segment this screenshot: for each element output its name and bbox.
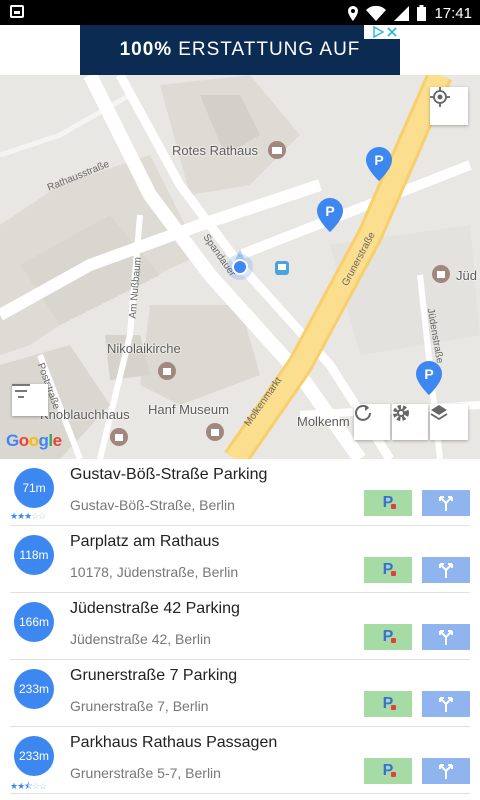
parking-info-button[interactable]: P xyxy=(364,557,412,583)
refresh-icon xyxy=(355,404,371,421)
ad-headline-bold: 100% xyxy=(119,39,173,60)
parking-app-icon: P xyxy=(382,628,396,645)
map-label-molkenmarkt: Molkenm xyxy=(297,414,350,429)
location-icon xyxy=(348,5,359,21)
gear-icon xyxy=(393,405,409,421)
status-bar: 17:41 xyxy=(0,0,480,25)
list-item[interactable]: 166m Jüdenstraße 42 Parking Jüdenstraße … xyxy=(10,593,470,660)
parking-app-icon: P xyxy=(382,494,396,511)
ad-banner[interactable]: 100% ERSTATTUNG AUF xyxy=(80,25,400,75)
map-label-nikolaikirche: Nikolaikirche xyxy=(107,341,181,356)
museum-icon xyxy=(110,428,128,446)
filter-list-icon xyxy=(12,384,30,398)
parking-name: Grunerstraße 7 Parking xyxy=(70,667,238,684)
parking-address: Grunerstraße 7, Berlin xyxy=(70,698,209,714)
parking-marker-icon[interactable]: P xyxy=(317,198,343,232)
signal-icon xyxy=(394,5,410,21)
parking-info-button[interactable]: P xyxy=(364,691,412,717)
wifi-icon xyxy=(366,5,387,21)
directions-icon xyxy=(439,563,453,578)
google-logo: Google xyxy=(6,431,62,450)
distance-badge: 118m xyxy=(14,535,54,575)
map-label-rotes-rathaus: Rotes Rathaus xyxy=(172,143,258,158)
list-item[interactable]: 71m ★★★☆☆ Gustav-Böß-Straße Parking Gust… xyxy=(10,459,470,526)
navigate-button[interactable] xyxy=(422,758,470,784)
battery-icon xyxy=(417,5,427,21)
church-icon xyxy=(158,362,176,380)
directions-icon xyxy=(439,697,453,712)
parking-app-icon: P xyxy=(382,561,396,578)
parking-name: Gustav-Böß-Straße Parking xyxy=(70,466,268,483)
parking-address: 10178, Jüdenstraße, Berlin xyxy=(70,564,239,580)
navigate-button[interactable] xyxy=(422,624,470,650)
parking-info-button[interactable]: P xyxy=(364,490,412,516)
parking-marker-icon[interactable]: P xyxy=(366,147,392,181)
distance-badge: 166m xyxy=(14,602,54,642)
directions-icon xyxy=(439,630,453,645)
transit-icon xyxy=(275,261,289,275)
map-view[interactable]: Rathausstraße Spandauer Grunerstraße Am … xyxy=(0,75,480,459)
settings-button[interactable] xyxy=(392,404,428,440)
parking-app-icon: P xyxy=(382,762,396,779)
refresh-button[interactable] xyxy=(354,404,390,440)
svg-text:P: P xyxy=(374,152,383,168)
parking-info-button[interactable]: P xyxy=(364,758,412,784)
layers-icon xyxy=(430,405,448,421)
distance-badge: 233m xyxy=(14,669,54,709)
distance-badge: 233m xyxy=(14,736,54,776)
layers-button[interactable] xyxy=(430,404,468,440)
gallery-icon xyxy=(10,5,24,18)
status-time: 17:41 xyxy=(434,4,472,22)
museum-icon xyxy=(206,423,224,441)
landmark-icon xyxy=(432,265,450,283)
parking-name: Jüdenstraße 42 Parking xyxy=(70,600,240,617)
parking-info-button[interactable]: P xyxy=(364,624,412,650)
svg-text:P: P xyxy=(325,203,334,219)
parking-address: Grunerstraße 5-7, Berlin xyxy=(70,765,221,781)
navigate-button[interactable] xyxy=(422,490,470,516)
directions-icon xyxy=(439,496,453,511)
landmark-icon xyxy=(268,141,286,159)
parking-name: Parplatz am Rathaus xyxy=(70,533,220,550)
parking-marker-icon[interactable]: P xyxy=(416,361,442,395)
map-label-hanf-museum: Hanf Museum xyxy=(148,402,229,417)
list-item[interactable]: 118m Parplatz am Rathaus 10178, Jüdenstr… xyxy=(10,526,470,593)
parking-list[interactable]: 71m ★★★☆☆ Gustav-Böß-Straße Parking Gust… xyxy=(0,459,480,800)
directions-icon xyxy=(439,764,453,779)
ad-headline: ERSTATTUNG AUF xyxy=(178,39,361,60)
rating-stars: ★★⯪☆☆ xyxy=(10,781,47,791)
filter-button[interactable] xyxy=(12,384,48,416)
map-label-knoblauchhaus: Knoblauchhaus xyxy=(40,407,130,422)
map-label-juden: Jüd xyxy=(456,268,477,283)
my-location-button[interactable] xyxy=(430,87,468,125)
parking-name: Parkhaus Rathaus Passagen xyxy=(70,734,278,751)
crosshair-icon xyxy=(430,87,450,107)
navigate-button[interactable] xyxy=(422,691,470,717)
rating-stars: ★★★☆☆ xyxy=(10,511,46,521)
navigate-button[interactable] xyxy=(422,557,470,583)
parking-app-icon: P xyxy=(382,695,396,712)
list-item[interactable]: 233m ★★⯪☆☆ Parkhaus Rathaus Passagen Gru… xyxy=(10,727,470,794)
ad-banner-area: 100% ERSTATTUNG AUF xyxy=(0,25,480,75)
svg-text:P: P xyxy=(424,366,433,382)
list-item[interactable]: 233m Grunerstraße 7 Parking Grunerstraße… xyxy=(10,660,470,727)
distance-badge: 71m xyxy=(14,468,54,508)
adchoices-icon[interactable] xyxy=(364,25,400,39)
parking-address: Jüdenstraße 42, Berlin xyxy=(70,631,211,647)
parking-address: Gustav-Böß-Straße, Berlin xyxy=(70,497,235,513)
current-location-icon xyxy=(227,249,253,280)
